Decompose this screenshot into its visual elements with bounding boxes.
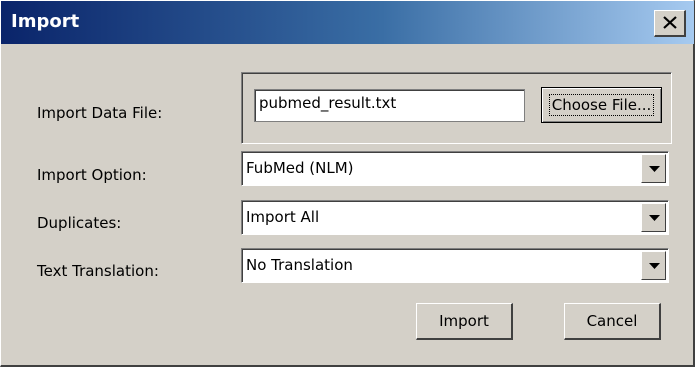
import-option-label: Import Option: (37, 166, 147, 184)
import-option-dropdown-button[interactable] (641, 154, 666, 183)
import-button[interactable]: Import (416, 303, 513, 340)
import-dialog: Import Import Data File: pubmed_result.t… (0, 0, 695, 367)
duplicates-dropdown-button[interactable] (641, 203, 666, 232)
text-translation-label: Text Translation: (37, 262, 159, 280)
text-translation-select[interactable]: No Translation (241, 248, 669, 283)
chevron-down-icon (649, 166, 660, 172)
choose-file-button[interactable]: Choose File... (541, 87, 662, 123)
cancel-button[interactable]: Cancel (564, 303, 661, 340)
choose-file-label: Choose File... (548, 94, 655, 116)
chevron-down-icon (649, 263, 660, 269)
close-button[interactable] (654, 10, 686, 37)
import-data-file-label: Import Data File: (37, 104, 163, 122)
duplicates-label: Duplicates: (37, 214, 122, 232)
close-icon (663, 16, 677, 29)
import-file-input[interactable]: pubmed_result.txt (254, 89, 525, 122)
window-title: Import (11, 11, 80, 32)
import-option-value: FubMed (NLM) (246, 159, 354, 177)
import-option-select[interactable]: FubMed (NLM) (241, 151, 669, 186)
text-translation-dropdown-button[interactable] (641, 251, 666, 280)
title-bar[interactable]: Import (1, 1, 694, 44)
duplicates-value: Import All (246, 208, 320, 226)
chevron-down-icon (649, 215, 660, 221)
duplicates-select[interactable]: Import All (241, 200, 669, 235)
text-translation-value: No Translation (246, 256, 353, 274)
